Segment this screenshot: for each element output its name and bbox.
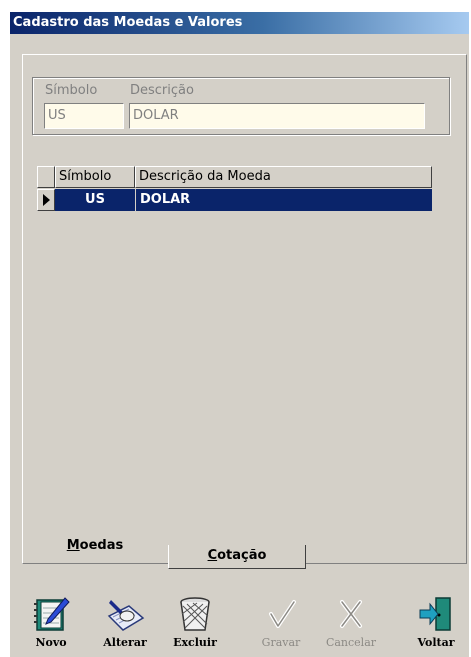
alterar-button[interactable]: Alterar xyxy=(94,594,156,652)
gravar-button[interactable]: Gravar xyxy=(250,594,312,652)
grid-header-simbolo[interactable]: Símbolo xyxy=(55,166,135,188)
edit-group: Símbolo Descrição US DOLAR xyxy=(32,77,450,135)
window-title: Cadastro das Moedas e Valores xyxy=(10,12,469,34)
alterar-label: Alterar xyxy=(103,636,147,649)
novo-button[interactable]: Novo xyxy=(20,594,82,652)
wastebasket-icon xyxy=(180,597,210,631)
voltar-button[interactable]: Voltar xyxy=(405,594,467,652)
tab-cotacao[interactable]: Cotação xyxy=(168,545,306,569)
tab-cotacao-label: otação xyxy=(217,548,267,563)
excluir-label: Excluir xyxy=(173,636,217,649)
tab-moedas-label: oedas xyxy=(79,538,124,553)
descricao-field[interactable]: DOLAR xyxy=(129,103,425,129)
main-window: Cadastro das Moedas e Valores Símbolo De… xyxy=(10,12,469,657)
toolbar: Novo Alterar Excluir Gravar Cancelar Vol… xyxy=(10,594,469,654)
x-mark-icon xyxy=(340,600,362,628)
grid-header-descricao[interactable]: Descrição da Moeda xyxy=(135,166,432,188)
novo-label: Novo xyxy=(35,636,67,649)
cancelar-label: Cancelar xyxy=(325,636,377,649)
simbolo-field[interactable]: US xyxy=(44,103,124,129)
gravar-label: Gravar xyxy=(261,636,301,649)
voltar-label: Voltar xyxy=(417,636,455,649)
excluir-button[interactable]: Excluir xyxy=(164,594,226,652)
exit-door-icon xyxy=(419,597,451,631)
tab-page-moedas: Símbolo Descrição US DOLAR Símbolo Descr… xyxy=(22,54,467,564)
grid-indicator-header xyxy=(37,166,55,188)
checkmark-icon xyxy=(269,600,296,628)
current-row-arrow-icon xyxy=(43,194,50,206)
hand-writing-icon xyxy=(107,600,145,631)
cancelar-button[interactable]: Cancelar xyxy=(320,594,382,652)
tab-moedas-mnemonic: M xyxy=(66,538,80,553)
tab-cotacao-mnemonic: C xyxy=(207,548,218,563)
table-row-descricao[interactable]: DOLAR xyxy=(135,189,432,211)
simbolo-label: Símbolo xyxy=(45,83,98,98)
descricao-label: Descrição xyxy=(130,83,194,98)
currency-grid[interactable]: Símbolo Descrição da Moeda US DOLAR xyxy=(37,166,432,224)
notebook-pen-icon xyxy=(34,597,70,631)
tab-moedas[interactable]: Moedas xyxy=(22,532,168,560)
table-row-simbolo[interactable]: US xyxy=(55,189,135,211)
row-indicator[interactable] xyxy=(37,189,55,211)
